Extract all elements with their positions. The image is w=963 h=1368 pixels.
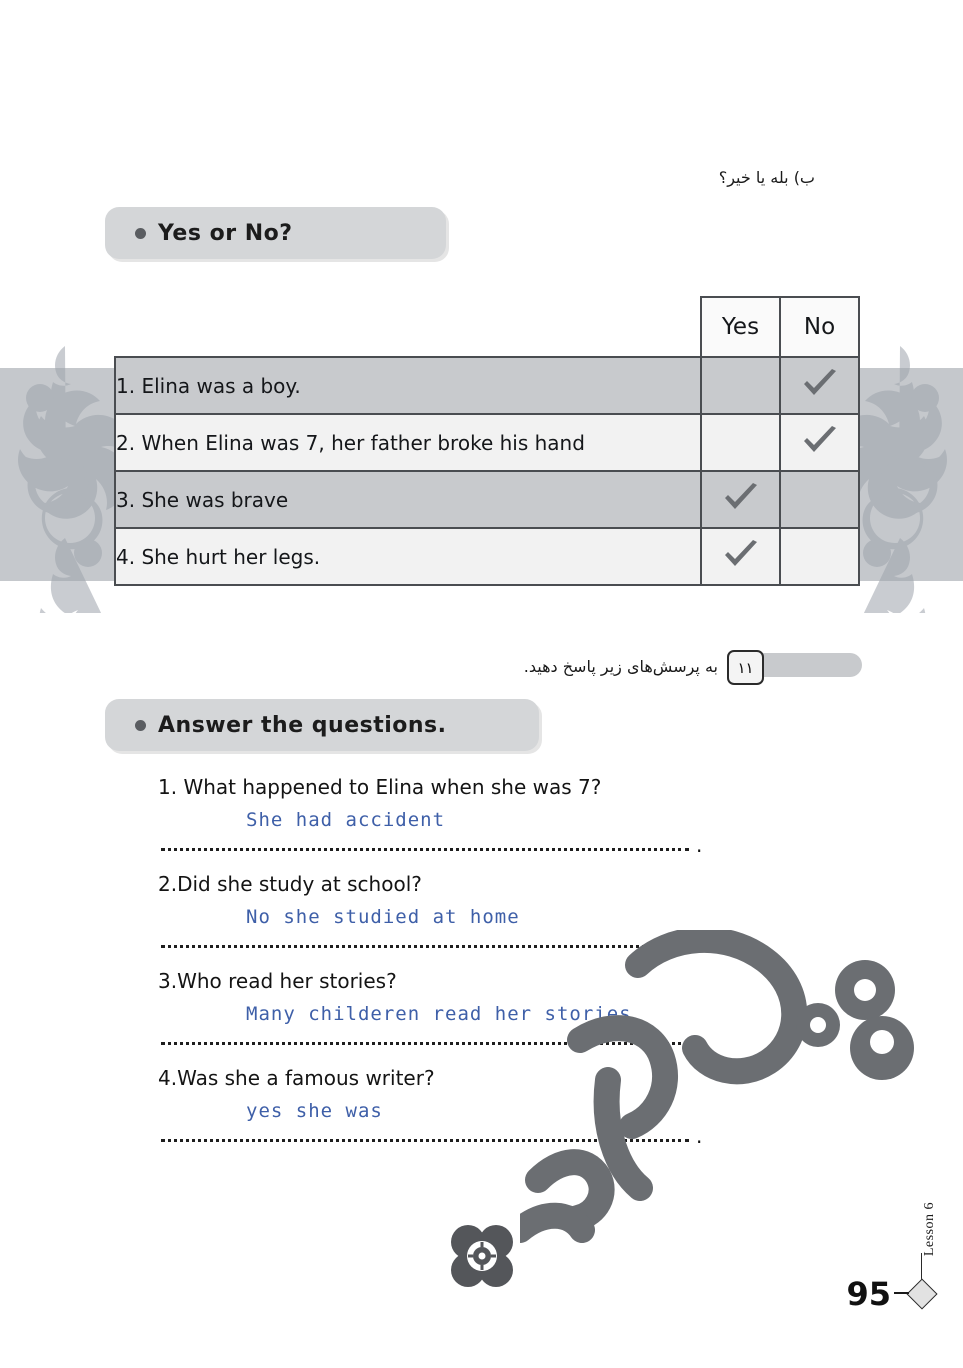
answer-questions-label-pill: Answer the questions. [105, 699, 539, 751]
table-row: 3. She was brave [114, 470, 860, 529]
line-period: . [696, 833, 703, 857]
no-cell[interactable] [779, 413, 860, 472]
check-mark-icon [723, 482, 759, 513]
no-cell[interactable] [779, 356, 860, 415]
table-header-row: Yes No [115, 296, 860, 358]
statement-text: 3. She was brave [114, 470, 702, 529]
page-number: 95 [846, 1275, 891, 1313]
footer-dash [894, 1292, 909, 1294]
yes-or-no-label-text: Yes or No? [158, 220, 293, 246]
no-cell[interactable] [779, 527, 860, 586]
yes-cell[interactable] [700, 527, 781, 586]
persian-instruction-11: به پرسش‌های زیر پاسخ دهید. [523, 657, 718, 676]
answer-line[interactable]: Many childeren read her stories . [158, 997, 703, 1057]
check-mark-icon [802, 368, 838, 399]
line-period: . [696, 1124, 703, 1148]
table-row: 2. When Elina was 7, her father broke hi… [114, 413, 860, 472]
line-period: . [696, 930, 703, 954]
questions-list: 1. What happened to Elina when she was 7… [158, 775, 703, 1163]
answer-text: She had accident [246, 809, 446, 831]
statement-text: 1. Elina was a boy. [114, 356, 702, 415]
worksheet-page: ب) بله یا خیر؟ Yes or No? Yes No 1. Elin… [0, 0, 963, 1368]
answer-line[interactable]: No she studied at home . [158, 900, 703, 960]
dotted-rule [161, 845, 689, 851]
bullet-dot-icon [135, 719, 146, 731]
answer-text: Many childeren read her stories [246, 1003, 632, 1025]
answer-questions-label-text: Answer the questions. [158, 712, 447, 738]
column-header-yes: Yes [700, 296, 781, 358]
answer-line[interactable]: She had accident . [158, 803, 703, 863]
question-item: 3.Who read her stories? Many childeren r… [158, 969, 703, 1057]
four-petal-flower-icon [448, 1222, 516, 1290]
persian-instruction-b: ب) بله یا خیر؟ [718, 168, 815, 187]
table-header-spacer [115, 297, 701, 357]
lesson-label: Lesson 6 [922, 1202, 937, 1257]
question-prompt: 3.Who read her stories? [158, 969, 397, 993]
dotted-rule [161, 1136, 689, 1142]
check-mark-icon [802, 425, 838, 456]
bullet-dot-icon [135, 227, 146, 239]
no-cell[interactable] [779, 470, 860, 529]
yes-cell[interactable] [700, 356, 781, 415]
question-item: 1. What happened to Elina when she was 7… [158, 775, 703, 863]
line-period: . [696, 1027, 703, 1051]
question-item: 4.Was she a famous writer? yes she was . [158, 1066, 703, 1154]
dotted-rule [161, 1039, 689, 1045]
question-prompt: 4.Was she a famous writer? [158, 1066, 435, 1090]
yes-or-no-label-pill: Yes or No? [105, 207, 446, 259]
table-row: 1. Elina was a boy. [114, 356, 860, 415]
yes-no-table: Yes No 1. Elina was a boy. 2. When Elina… [114, 296, 860, 586]
footer-diamond-marker [906, 1278, 938, 1310]
floral-scroll-ornament-icon [845, 338, 955, 613]
answer-text: yes she was [246, 1100, 383, 1122]
yes-cell[interactable] [700, 413, 781, 472]
answer-line[interactable]: yes she was . [158, 1094, 703, 1154]
question-item: 2.Did she study at school? No she studie… [158, 872, 703, 960]
question-prompt: 1. What happened to Elina when she was 7… [158, 775, 602, 799]
section-number-badge: ۱۱ [727, 650, 764, 685]
answer-text: No she studied at home [246, 906, 520, 928]
check-mark-icon [723, 539, 759, 570]
yes-cell[interactable] [700, 470, 781, 529]
statement-text: 4. She hurt her legs. [114, 527, 702, 586]
dotted-rule [161, 942, 689, 948]
statement-text: 2. When Elina was 7, her father broke hi… [114, 413, 702, 472]
column-header-no: No [779, 296, 860, 358]
table-row: 4. She hurt her legs. [114, 527, 860, 586]
question-prompt: 2.Did she study at school? [158, 872, 422, 896]
floral-scroll-ornament-icon [10, 338, 120, 613]
